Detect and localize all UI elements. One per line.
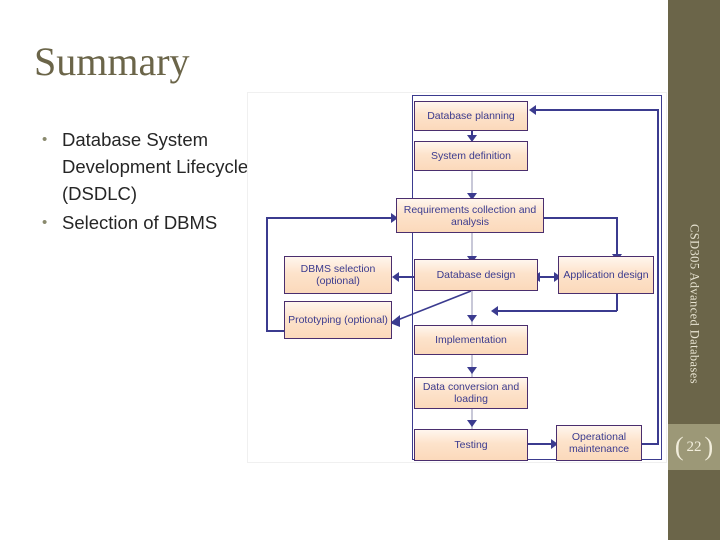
list-item-label: Selection of DBMS — [62, 212, 218, 233]
page-title: Summary — [34, 39, 190, 84]
page-number: ( 22 ) — [668, 424, 720, 470]
arrowhead-left — [529, 105, 536, 115]
arrowhead-left — [491, 306, 498, 316]
edge-operational-planning-v — [657, 109, 659, 444]
course-sidebar-label: CSD305 Advanced Databases — [687, 224, 702, 384]
flow-node-requirements-collection[interactable]: Requirements collection and analysis — [396, 198, 544, 233]
arrowhead-down — [467, 367, 477, 374]
slide: Summary • Database System Development Li… — [0, 0, 720, 540]
flow-node-application-design[interactable]: Application design — [558, 256, 654, 294]
flow-node-implementation[interactable]: Implementation — [414, 325, 528, 355]
flow-node-database-planning[interactable]: Database planning — [414, 101, 528, 131]
bracket-right: ) — [704, 432, 714, 461]
list-item-label: Database System Development Lifecycle (D… — [62, 129, 249, 204]
edge-prototyping-requirements-v — [266, 217, 268, 331]
bullet-dot: • — [42, 214, 48, 231]
page-number-value: 22 — [686, 438, 702, 455]
arrowhead-down — [467, 420, 477, 427]
flow-node-database-design[interactable]: Database design — [414, 259, 538, 291]
bullet-dot: • — [42, 131, 48, 148]
edge-operational-planning-h2 — [536, 109, 658, 111]
flow-node-operational-maintenance[interactable]: Operational maintenance — [556, 425, 642, 461]
flowchart-canvas: Database planning System definition Requ… — [248, 93, 666, 462]
flow-node-dbms-selection[interactable]: DBMS selection (optional) — [284, 256, 392, 294]
dsdlc-flowchart-image: Database planning System definition Requ… — [248, 93, 666, 462]
flow-node-prototyping[interactable]: Prototyping (optional) — [284, 301, 392, 339]
bracket-left: ( — [674, 432, 684, 461]
edge-appdesign-prototyping-h — [496, 310, 617, 312]
flow-node-data-conversion[interactable]: Data conversion and loading — [414, 377, 528, 409]
edge-prototyping-requirements-h2 — [266, 217, 394, 219]
flow-node-testing[interactable]: Testing — [414, 429, 528, 461]
flow-node-system-definition[interactable]: System definition — [414, 141, 528, 171]
